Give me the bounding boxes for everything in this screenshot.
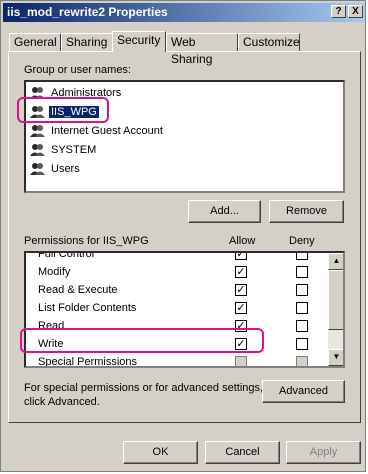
tab-security[interactable]: Security [112,31,166,52]
scroll-thumb[interactable] [328,270,343,330]
permission-name: Special Permissions [38,356,138,368]
tab-customize[interactable]: Customize [238,33,300,51]
permission-name: Read & Execute [38,284,118,296]
deny-checkbox[interactable] [296,338,308,350]
advanced-button[interactable]: Advanced [262,380,345,403]
deny-checkbox[interactable] [296,302,308,314]
apply-button[interactable]: Apply [286,441,361,464]
allow-checkbox[interactable]: ✓ [235,284,247,296]
allow-header: Allow [229,235,256,247]
title-bar: iis_mod_rewrite2 Properties [3,3,365,22]
properties-window: iis_mod_rewrite2 Properties ? X General … [0,0,366,472]
user-name: SYSTEM [51,144,97,157]
highlight-iis-wpg [17,97,109,123]
scroll-down-icon[interactable]: ▼ [328,349,343,366]
group-label: Group or user names: [24,64,131,76]
highlight-write [20,328,264,353]
user-group-icon [30,144,45,157]
scroll-up-icon[interactable]: ▲ [328,253,343,270]
close-button[interactable]: X [348,5,363,18]
deny-checkbox[interactable] [296,266,308,278]
permissions-scrollbar[interactable]: ▲ ▼ [328,253,343,366]
tab-general[interactable]: General [9,33,61,51]
window-title: iis_mod_rewrite2 Properties [7,5,168,19]
allow-checkbox[interactable] [235,356,247,366]
permissions-header: Permissions for IIS_WPG [24,235,149,247]
deny-checkbox[interactable] [296,284,308,296]
user-item[interactable]: Internet Guest Account [30,122,165,140]
deny-checkbox[interactable] [296,253,308,260]
deny-checkbox[interactable] [296,320,308,332]
ok-button[interactable]: OK [123,441,198,464]
user-item[interactable]: Users [30,160,82,178]
add-button[interactable]: Add... [188,200,261,223]
cancel-button[interactable]: Cancel [205,441,280,464]
user-item[interactable]: SYSTEM [30,141,98,159]
allow-checkbox[interactable]: ✓ [235,266,247,278]
permission-name: Modify [38,266,71,278]
allow-checkbox[interactable]: ✓ [235,302,247,314]
tab-sharing[interactable]: Sharing [61,33,113,51]
user-name: Users [51,163,80,176]
permission-name: Full Control [38,251,95,260]
help-button[interactable]: ? [331,5,346,18]
advanced-text: For special permissions or for advanced … [24,382,264,408]
deny-header: Deny [289,235,315,247]
deny-checkbox[interactable] [296,356,308,366]
user-group-icon [30,125,45,138]
permission-name: List Folder Contents [38,302,137,314]
tab-web-sharing[interactable]: Web Sharing [166,33,238,66]
user-name: Internet Guest Account [51,125,163,138]
user-group-icon [30,163,45,176]
allow-checkbox[interactable]: ✓ [235,253,247,260]
remove-button[interactable]: Remove [269,200,344,223]
